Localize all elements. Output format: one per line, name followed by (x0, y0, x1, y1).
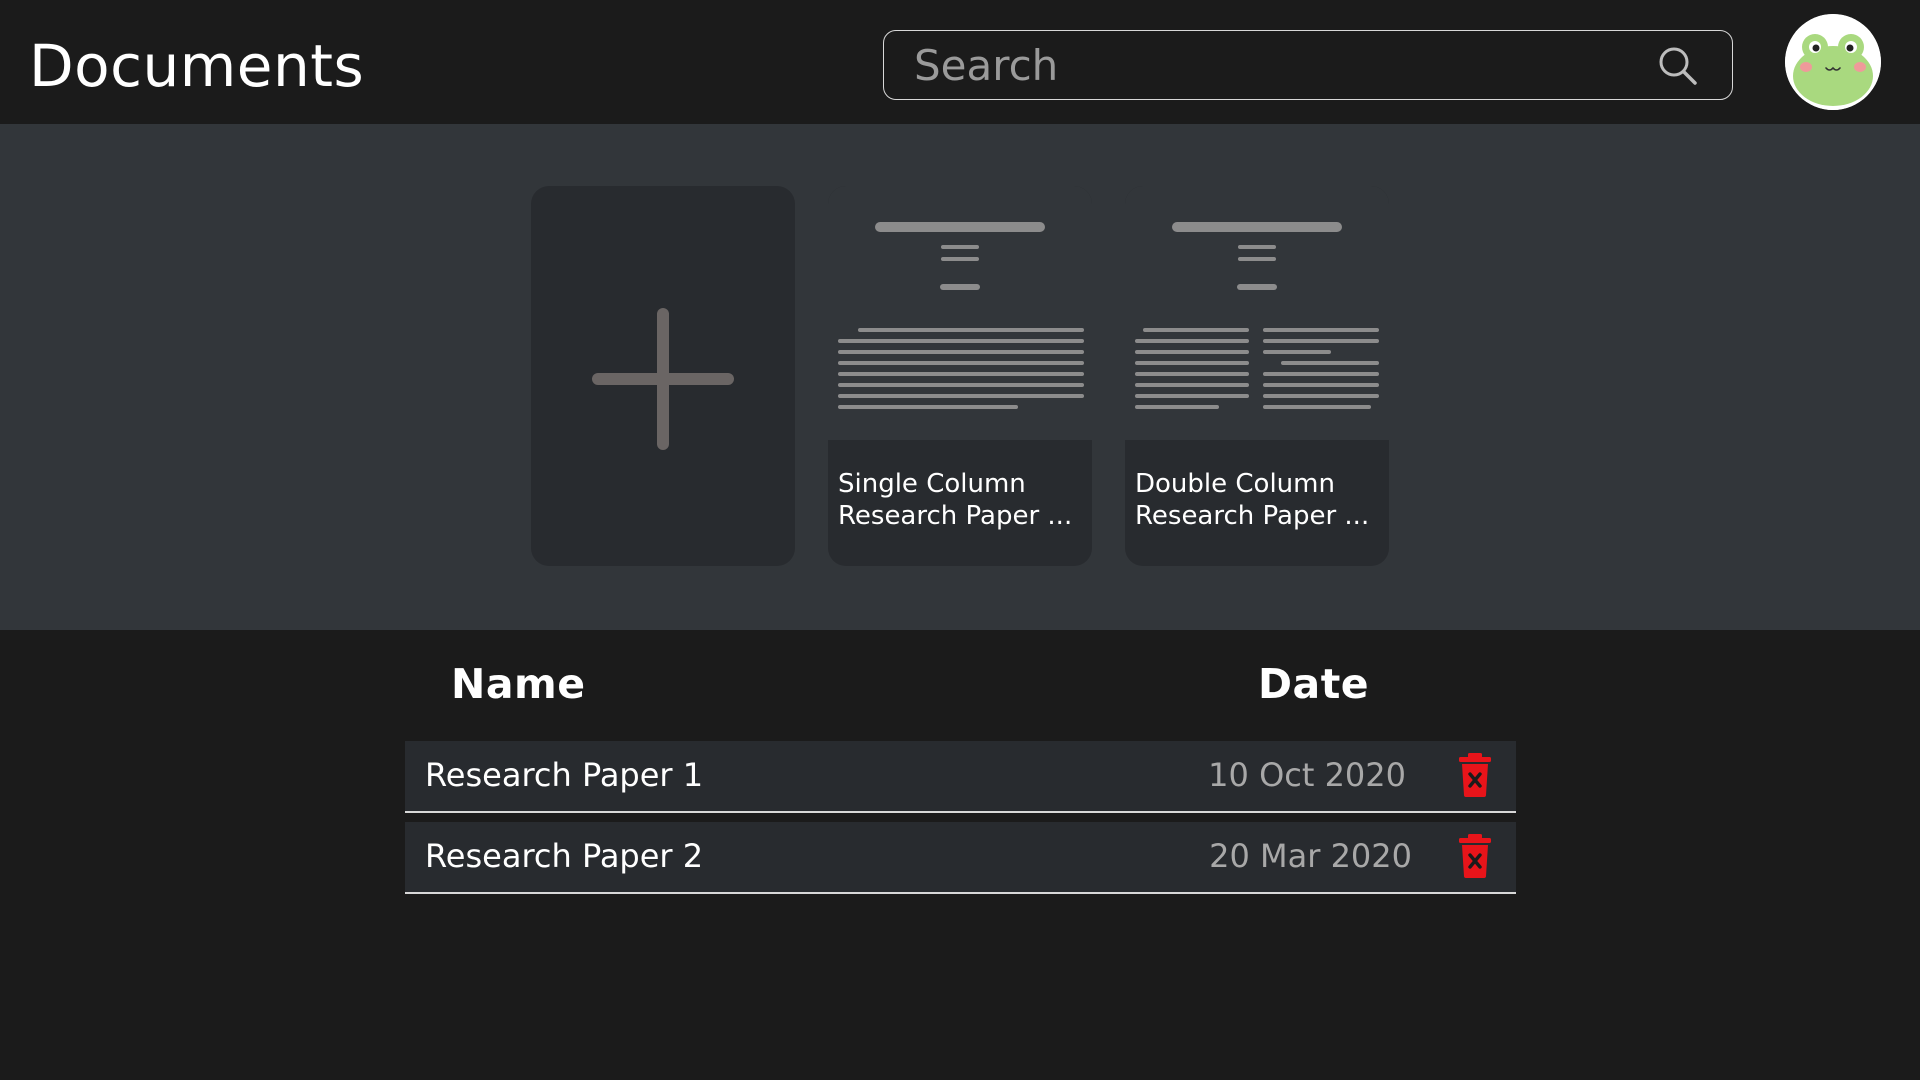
single-column-preview (828, 186, 1092, 440)
table-row[interactable]: Research Paper 1 10 Oct 2020 (405, 741, 1516, 813)
document-name[interactable]: Research Paper 1 (425, 755, 703, 795)
template-label: Single Column Research Paper ... (838, 469, 1073, 531)
search-icon[interactable] (1658, 46, 1698, 86)
column-header-date[interactable]: Date (1258, 652, 1369, 716)
double-column-preview (1125, 186, 1389, 440)
trash-icon[interactable] (1458, 834, 1492, 878)
new-document-card[interactable] (531, 186, 795, 566)
frog-avatar-icon (1785, 14, 1881, 110)
search-input[interactable] (914, 31, 1654, 99)
template-card-double-column[interactable]: Double Column Research Paper ... (1125, 186, 1389, 566)
plus-icon (592, 308, 734, 450)
templates-section: Single Column Research Paper ... Double … (0, 124, 1920, 630)
template-label: Double Column Research Paper ... (1135, 469, 1370, 531)
document-date: 20 Mar 2020 (1209, 837, 1412, 875)
avatar[interactable] (1785, 14, 1881, 110)
top-bar: Documents (0, 0, 1920, 124)
trash-icon[interactable] (1458, 753, 1492, 797)
document-date: 10 Oct 2020 (1208, 756, 1406, 794)
column-header-name[interactable]: Name (451, 652, 586, 716)
template-card-single-column[interactable]: Single Column Research Paper ... (828, 186, 1092, 566)
page-title: Documents (29, 32, 365, 100)
document-name[interactable]: Research Paper 2 (425, 836, 703, 876)
double-column-layout-icon (1135, 222, 1379, 409)
single-column-layout-icon (838, 222, 1084, 409)
search-box[interactable] (883, 30, 1733, 100)
table-row[interactable]: Research Paper 2 20 Mar 2020 (405, 822, 1516, 894)
